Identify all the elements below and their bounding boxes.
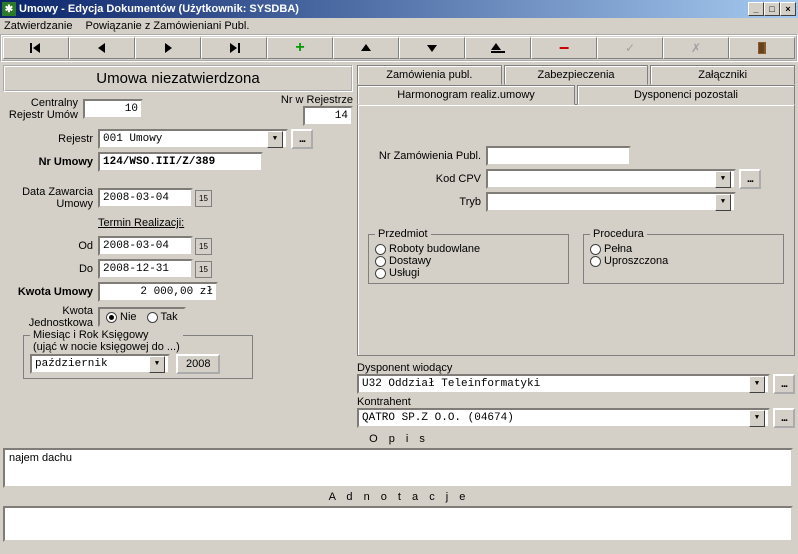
nrw-label: Nr w Rejestrze: [281, 94, 353, 106]
maximize-button[interactable]: □: [764, 2, 780, 16]
od-label: Od: [3, 240, 98, 252]
menu-bar: Zatwierdzanie Powiązanie z Zamówieniani …: [0, 18, 798, 34]
kodcpv-label: Kod CPV: [366, 173, 486, 185]
toolbar: + − ✓ ✗: [0, 34, 798, 62]
od-input[interactable]: [98, 236, 193, 256]
dropdown-icon[interactable]: ▼: [749, 410, 765, 427]
title-bar: ✱ Umowy - Edycja Dokumentów (Użytkownik:…: [0, 0, 798, 18]
confirm-button: ✓: [597, 37, 663, 59]
radio-roboty[interactable]: Roboty budowlane: [375, 243, 562, 255]
dropdown-icon[interactable]: ▼: [267, 131, 283, 148]
exit-button[interactable]: [729, 37, 795, 59]
nav-first-button[interactable]: [3, 37, 69, 59]
rejestr-label: Rejestr: [3, 133, 98, 145]
tab-row-2: Harmonogram realiz.umowy Dysponenci pozo…: [357, 85, 795, 105]
delete-button[interactable]: −: [531, 37, 597, 59]
tab-zalaczniki[interactable]: Załączniki: [650, 65, 795, 85]
rejestr-browse-button[interactable]: ...: [291, 129, 313, 149]
miesiac-combo[interactable]: październik▼: [30, 354, 170, 374]
dropdown-icon[interactable]: ▼: [715, 171, 731, 188]
dropdown-icon[interactable]: ▼: [149, 356, 165, 373]
cancel-button: ✗: [663, 37, 729, 59]
przedmiot-legend: Przedmiot: [375, 228, 431, 240]
calendar-icon[interactable]: 15: [195, 261, 212, 278]
rejestr-combo[interactable]: 001 Umowy▼: [98, 129, 288, 149]
adnotacje-label: A d n o t a c j e: [0, 489, 798, 505]
radio-dostawy[interactable]: Dostawy: [375, 255, 562, 267]
add-button[interactable]: +: [267, 37, 333, 59]
app-icon: ✱: [2, 2, 16, 16]
kontr-combo[interactable]: QATRO SP.Z O.O. (04674)▼: [357, 408, 770, 428]
opis-label: O p i s: [0, 431, 798, 447]
kontr-browse-button[interactable]: ...: [773, 408, 795, 428]
nrumowy-label: Nr Umowy: [3, 156, 98, 168]
left-panel: Umowa niezatwierdzona Centralny Rejestr …: [3, 65, 353, 428]
radio-tak[interactable]: Tak: [147, 311, 178, 323]
move-down-button[interactable]: [399, 37, 465, 59]
dropdown-icon[interactable]: ▼: [749, 376, 765, 393]
tryb-combo[interactable]: ▼: [486, 192, 736, 212]
tab-harmonogram[interactable]: Harmonogram realiz.umowy: [357, 85, 575, 105]
calendar-icon[interactable]: 15: [195, 238, 212, 255]
calendar-icon[interactable]: 15: [195, 190, 212, 207]
radio-uproszczona[interactable]: Uproszczona: [590, 255, 777, 267]
window-title: Umowy - Edycja Dokumentów (Użytkownik: S…: [19, 3, 299, 15]
central-label: Centralny Rejestr Umów: [3, 97, 83, 121]
datazaw-label: Data Zawarcia Umowy: [3, 186, 98, 210]
kodcpv-browse-button[interactable]: ...: [739, 169, 761, 189]
panel-title: Umowa niezatwierdzona: [3, 65, 353, 92]
tab-row-1: Zamówienia publ. Zabezpieczenia Załączni…: [357, 65, 795, 85]
tab-zamowienia[interactable]: Zamówienia publ.: [357, 65, 502, 85]
nav-next-button[interactable]: [135, 37, 201, 59]
kwotaj-radio-group: Nie Tak: [98, 307, 186, 327]
nav-prev-button[interactable]: [69, 37, 135, 59]
close-button[interactable]: ×: [780, 2, 796, 16]
radio-nie[interactable]: Nie: [106, 311, 137, 323]
tryb-label: Tryb: [366, 196, 486, 208]
edit-button[interactable]: [465, 37, 531, 59]
do-label: Do: [3, 263, 98, 275]
dysp-label: Dysponent wiodący: [357, 362, 795, 374]
termin-label: Termin Realizacji:: [98, 217, 184, 229]
kontr-label: Kontrahent: [357, 396, 795, 408]
nrumowy-input[interactable]: [98, 152, 263, 172]
dysp-combo[interactable]: U32 Oddział Teleinformatyki▼: [357, 374, 770, 394]
menu-zatwierdzanie[interactable]: Zatwierdzanie: [4, 20, 72, 32]
menu-powiazanie[interactable]: Powiązanie z Zamówieniani Publ.: [86, 20, 250, 32]
opis-textarea[interactable]: najem dachu: [3, 448, 793, 488]
nav-last-button[interactable]: [201, 37, 267, 59]
central-input[interactable]: [83, 99, 143, 119]
nrzam-label: Nr Zamówienia Publ.: [366, 150, 486, 162]
kodcpv-combo[interactable]: ▼: [486, 169, 736, 189]
tab-dysponenci[interactable]: Dysponenci pozostali: [577, 85, 795, 105]
nrw-input[interactable]: [303, 106, 353, 126]
adnotacje-textarea[interactable]: [3, 506, 793, 542]
minimize-button[interactable]: _: [748, 2, 764, 16]
rok-button[interactable]: 2008: [176, 354, 220, 374]
radio-uslugi[interactable]: Usługi: [375, 267, 562, 279]
procedura-legend: Procedura: [590, 228, 647, 240]
kwota-input[interactable]: [98, 282, 218, 302]
right-panel: Zamówienia publ. Zabezpieczenia Załączni…: [357, 65, 795, 428]
do-input[interactable]: [98, 259, 193, 279]
dysp-browse-button[interactable]: ...: [773, 374, 795, 394]
kwotaj-label: Kwota Jednostkowa: [3, 305, 98, 329]
tab-zabezpieczenia[interactable]: Zabezpieczenia: [504, 65, 649, 85]
nrzam-input[interactable]: [486, 146, 631, 166]
dropdown-icon[interactable]: ▼: [715, 194, 731, 211]
kwota-label: Kwota Umowy: [3, 286, 98, 298]
radio-pelna[interactable]: Pełna: [590, 243, 777, 255]
move-up-button[interactable]: [333, 37, 399, 59]
datazaw-input[interactable]: [98, 188, 193, 208]
tab-body: Nr Zamówienia Publ. Kod CPV ▼ ... Tryb ▼…: [357, 104, 795, 356]
